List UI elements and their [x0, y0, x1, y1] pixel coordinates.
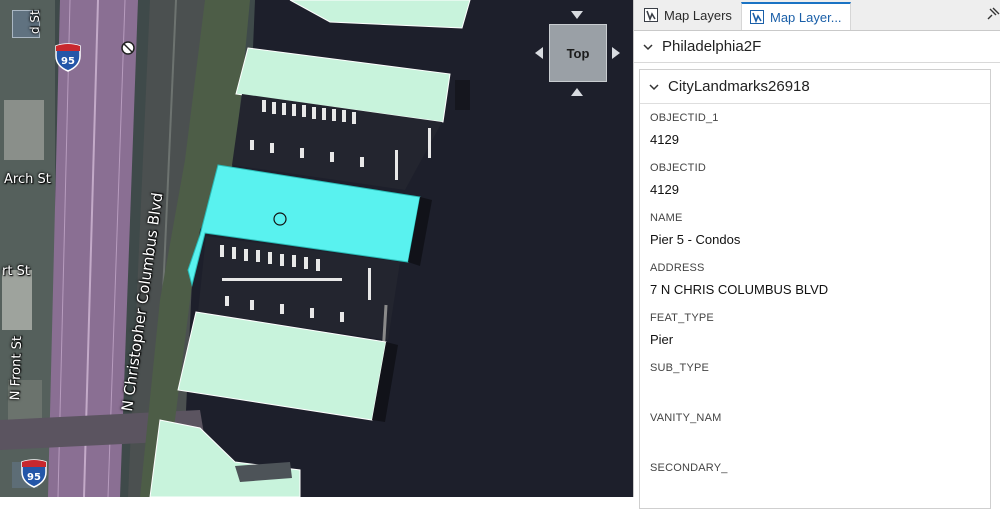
shield-number: 95 — [27, 472, 41, 483]
map-canvas[interactable] — [0, 0, 633, 497]
attribute-name: FEAT_TYPE — [650, 312, 714, 324]
attribute-row: SECONDARY_ — [650, 462, 728, 497]
building — [2, 270, 32, 330]
layer-title: CityLandmarks26918 — [668, 78, 810, 95]
chevron-down-icon[interactable] — [648, 81, 660, 93]
app-window: d St Arch St rt St N Christopher Columbu… — [0, 0, 1000, 509]
attribute-name: SUB_TYPE — [650, 362, 710, 374]
interstate-shield-icon: 95 — [54, 42, 82, 72]
map-layers-panel: Map Layers Map Layer... Philadelphia2F C… — [633, 0, 1000, 509]
attribute-row: OBJECTID 4129 — [650, 162, 706, 197]
attribute-value: Pier 5 - Condos — [650, 232, 741, 247]
street-label: rt St — [2, 264, 30, 279]
attribute-row: VANITY_NAM — [650, 412, 721, 447]
tab-map-layer-details[interactable]: Map Layer... — [741, 2, 851, 30]
pier-fragment-top — [289, 0, 471, 29]
layer-group-philadelphia[interactable]: Philadelphia2F — [634, 31, 1000, 63]
chevron-down-icon[interactable] — [642, 41, 654, 53]
attribute-value — [650, 482, 728, 497]
shield-number: 95 — [61, 56, 75, 67]
layers-app-icon — [644, 8, 658, 22]
panel-tab-bar: Map Layers Map Layer... — [634, 0, 1000, 31]
layer-header-city-landmarks[interactable]: CityLandmarks26918 — [640, 70, 990, 104]
attribute-value: 4129 — [650, 182, 679, 197]
attribute-row: NAME Pier 5 - Condos — [650, 212, 740, 247]
attribute-name: OBJECTID_1 — [650, 112, 719, 124]
attribute-value: 7 N CHRIS COLUMBUS BLVD — [650, 282, 829, 297]
nav-arrow-left-icon[interactable] — [535, 47, 543, 59]
pier-bottom — [149, 419, 301, 497]
attribute-value: Pier — [650, 332, 674, 347]
attribute-name: VANITY_NAM — [650, 412, 722, 424]
layer-group-title: Philadelphia2F — [662, 38, 762, 55]
pin-icon[interactable] — [986, 7, 1000, 21]
attribute-name: OBJECTID — [650, 162, 706, 174]
attribute-row: SUB_TYPE — [650, 362, 709, 397]
layer-attributes-box: CityLandmarks26918 OBJECTID_1 4129 OBJEC… — [639, 69, 991, 509]
no-entry-icon — [121, 41, 135, 55]
attribute-row: ADDRESS 7 N CHRIS COLUMBUS BLVD — [650, 262, 828, 297]
nav-arrow-down-icon[interactable] — [571, 88, 583, 96]
attribute-value — [650, 432, 721, 447]
attribute-value — [650, 382, 709, 397]
attribute-value: 4129 — [650, 132, 679, 147]
street-label-arch-st: Arch St — [4, 172, 51, 187]
tab-label: Map Layers — [664, 7, 732, 23]
nav-arrow-right-icon[interactable] — [612, 47, 620, 59]
nav-arrow-up-icon[interactable] — [571, 11, 583, 19]
attribute-name: NAME — [650, 212, 683, 224]
interstate-shield-icon: 95 — [20, 458, 48, 488]
attribute-name: SECONDARY_ — [650, 462, 728, 474]
attribute-name: ADDRESS — [650, 262, 705, 274]
pier-shadow — [455, 80, 470, 110]
building — [4, 100, 44, 160]
map-view[interactable]: d St Arch St rt St N Christopher Columbu… — [0, 0, 633, 497]
nav-cube-top-face[interactable]: Top — [549, 24, 607, 82]
street-label-front-st: N Front St — [8, 335, 26, 401]
attribute-row: OBJECTID_1 4129 — [650, 112, 719, 147]
street-label: d St — [28, 10, 42, 34]
tab-label: Map Layer... — [770, 9, 842, 25]
attribute-row: FEAT_TYPE Pier — [650, 312, 714, 347]
layers-app-icon — [750, 10, 764, 24]
tab-map-layers[interactable]: Map Layers — [636, 2, 736, 28]
